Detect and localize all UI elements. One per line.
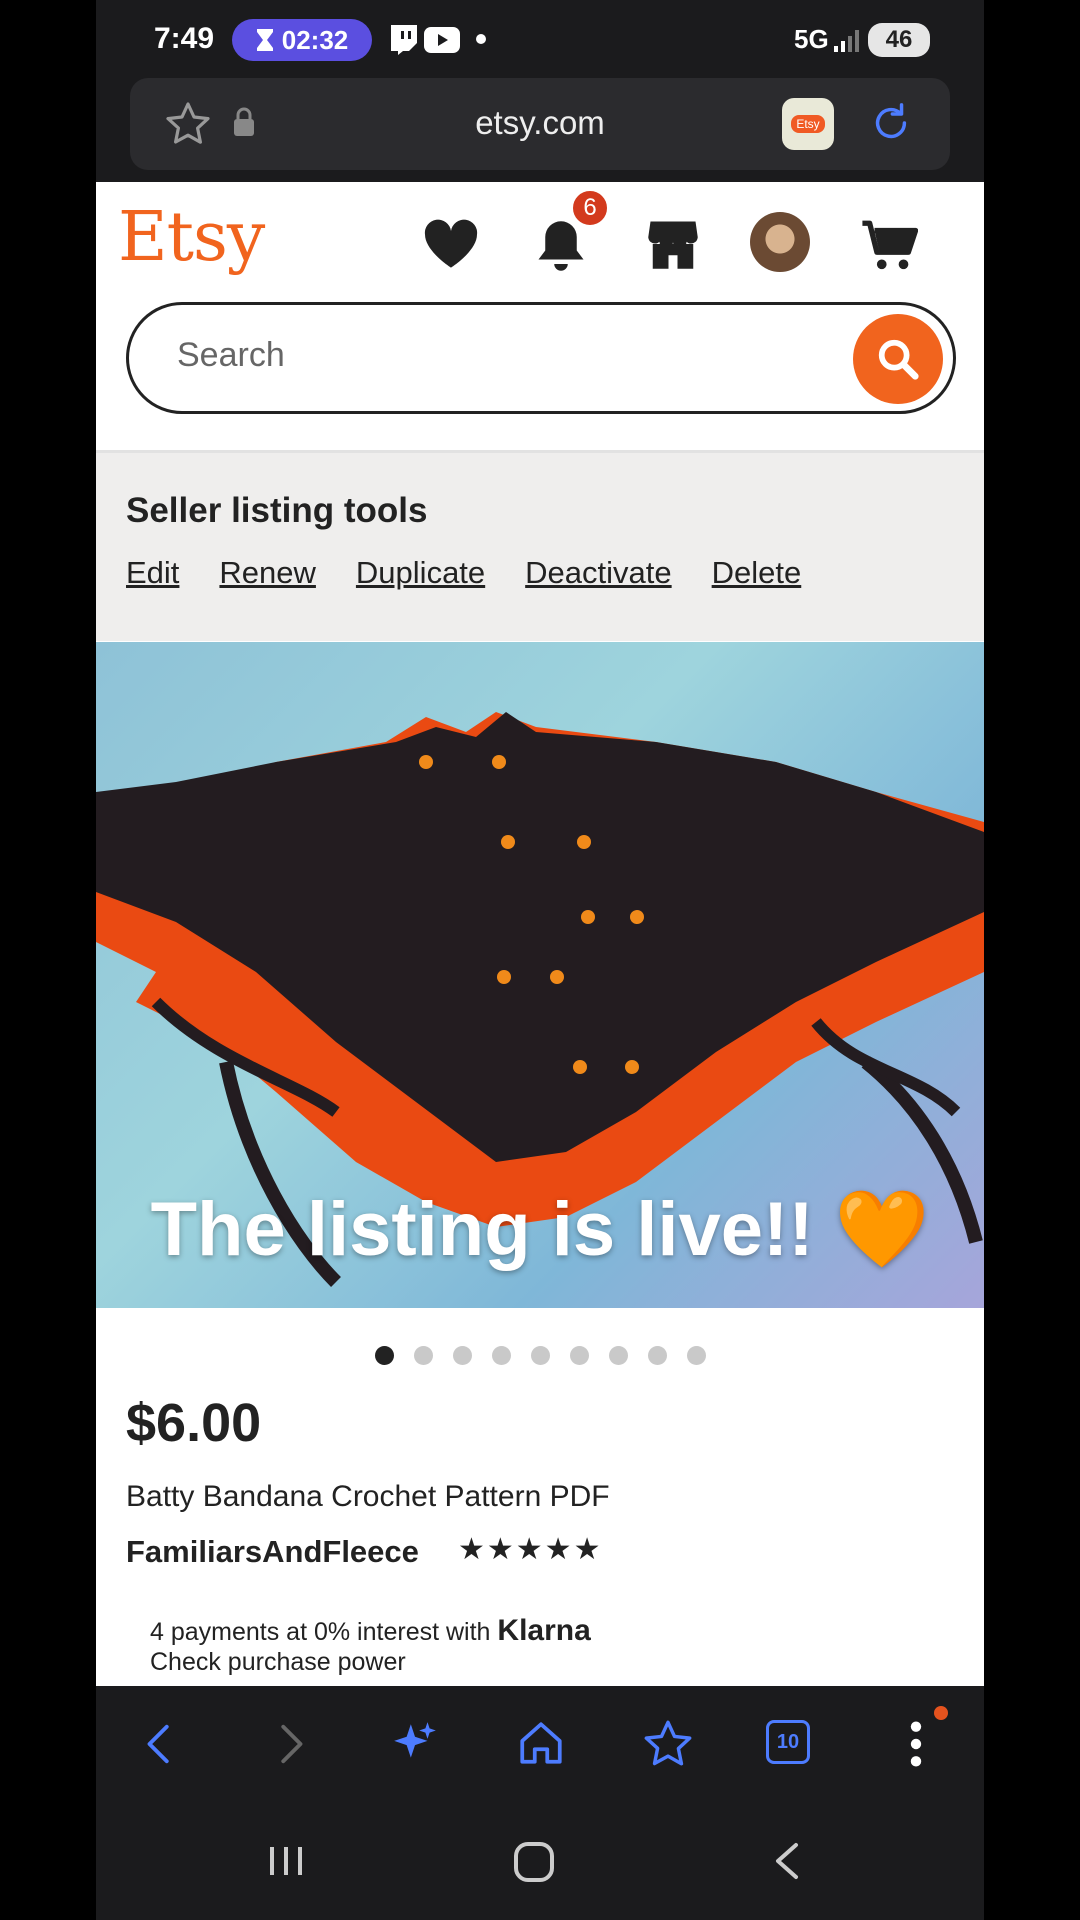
- search-button[interactable]: [853, 314, 943, 404]
- battery-level: 46: [885, 26, 913, 53]
- tabs-button[interactable]: 10: [766, 1720, 810, 1764]
- network-type: 5G: [794, 24, 829, 54]
- battery-icon: 46: [868, 23, 930, 57]
- signal-icon: [834, 30, 859, 52]
- reload-icon[interactable]: [868, 100, 914, 146]
- system-navigation-bar: [96, 1806, 984, 1920]
- search-bar[interactable]: [126, 302, 956, 414]
- renew-link[interactable]: Renew: [219, 555, 316, 591]
- etsy-app-icon[interactable]: Etsy: [782, 98, 834, 150]
- check-purchase-power-link[interactable]: Check purchase power: [150, 1648, 406, 1677]
- klarna-payment-info: 4 payments at 0% interest with Klarna: [150, 1614, 591, 1648]
- web-page: Etsy 6 Seller listing tools Edit Renew D…: [96, 182, 984, 1686]
- cart-icon[interactable]: [860, 216, 918, 274]
- deactivate-link[interactable]: Deactivate: [525, 555, 671, 591]
- listing-image[interactable]: The listing is live!! 🧡: [96, 642, 984, 1308]
- image-caption: The listing is live!! 🧡: [150, 1187, 930, 1272]
- carousel-dot[interactable]: [647, 1346, 667, 1365]
- status-bar: 7:49 02:32 5G 46: [96, 0, 984, 80]
- carousel-dot[interactable]: [569, 1346, 589, 1365]
- image-carousel-dots[interactable]: [96, 1346, 984, 1365]
- seller-listing-tools: Seller listing tools Edit Renew Duplicat…: [96, 450, 984, 641]
- back-icon[interactable]: [138, 1718, 184, 1770]
- search-icon: [878, 339, 919, 380]
- home-icon[interactable]: [516, 1718, 566, 1768]
- carousel-dot[interactable]: [413, 1346, 433, 1365]
- shop-name-link[interactable]: FamiliarsAndFleece: [126, 1534, 419, 1570]
- carousel-dot[interactable]: [686, 1346, 706, 1365]
- klarna-text: 4 payments at 0% interest with: [150, 1618, 491, 1646]
- phone-screen: 7:49 02:32 5G 46 etsy.com Etsy Etsy 6 Se…: [96, 0, 984, 1920]
- hourglass-icon: [256, 29, 273, 51]
- carousel-dot[interactable]: [452, 1346, 472, 1365]
- carousel-dot[interactable]: [374, 1346, 394, 1365]
- home-button-icon[interactable]: [512, 1840, 556, 1884]
- etsy-favicon-label: Etsy: [791, 115, 825, 133]
- bookmarks-icon[interactable]: [642, 1718, 694, 1770]
- carousel-dot[interactable]: [530, 1346, 550, 1365]
- shop-rating-stars[interactable]: ★★★★★: [458, 1532, 602, 1567]
- youtube-icon: [424, 27, 460, 53]
- browser-toolbar: 10: [96, 1686, 984, 1806]
- carousel-dot[interactable]: [491, 1346, 511, 1365]
- user-avatar[interactable]: [750, 212, 810, 272]
- timer-value: 02:32: [281, 24, 349, 55]
- twitch-icon: [391, 25, 417, 55]
- ai-sparkle-icon[interactable]: [390, 1718, 440, 1768]
- recent-apps-icon[interactable]: [266, 1840, 306, 1882]
- menu-update-dot: [934, 1706, 948, 1720]
- clock: 7:49: [154, 22, 215, 55]
- timer-pill[interactable]: 02:32: [232, 19, 372, 61]
- favorites-heart-icon[interactable]: [422, 218, 480, 270]
- duplicate-link[interactable]: Duplicate: [356, 555, 485, 591]
- forward-icon[interactable]: [266, 1718, 312, 1770]
- edit-link[interactable]: Edit: [126, 555, 179, 591]
- shop-manager-store-icon[interactable]: [646, 216, 700, 272]
- etsy-logo[interactable]: Etsy: [118, 198, 265, 277]
- notification-dot-icon: [476, 34, 486, 44]
- more-menu-icon[interactable]: [906, 1718, 926, 1770]
- search-input[interactable]: [175, 335, 779, 376]
- seller-tools-title: Seller listing tools: [126, 491, 428, 530]
- notification-badge: 6: [570, 188, 610, 228]
- listing-title: Batty Bandana Crochet Pattern PDF: [126, 1480, 610, 1513]
- klarna-brand: Klarna: [497, 1614, 591, 1647]
- carousel-dot[interactable]: [608, 1346, 628, 1365]
- listing-price: $6.00: [126, 1393, 262, 1453]
- system-back-icon[interactable]: [768, 1840, 808, 1882]
- delete-link[interactable]: Delete: [712, 555, 802, 591]
- tab-count: 10: [776, 1730, 800, 1753]
- address-bar[interactable]: etsy.com Etsy: [130, 78, 950, 170]
- seller-tools-links: Edit Renew Duplicate Deactivate Delete: [126, 555, 801, 591]
